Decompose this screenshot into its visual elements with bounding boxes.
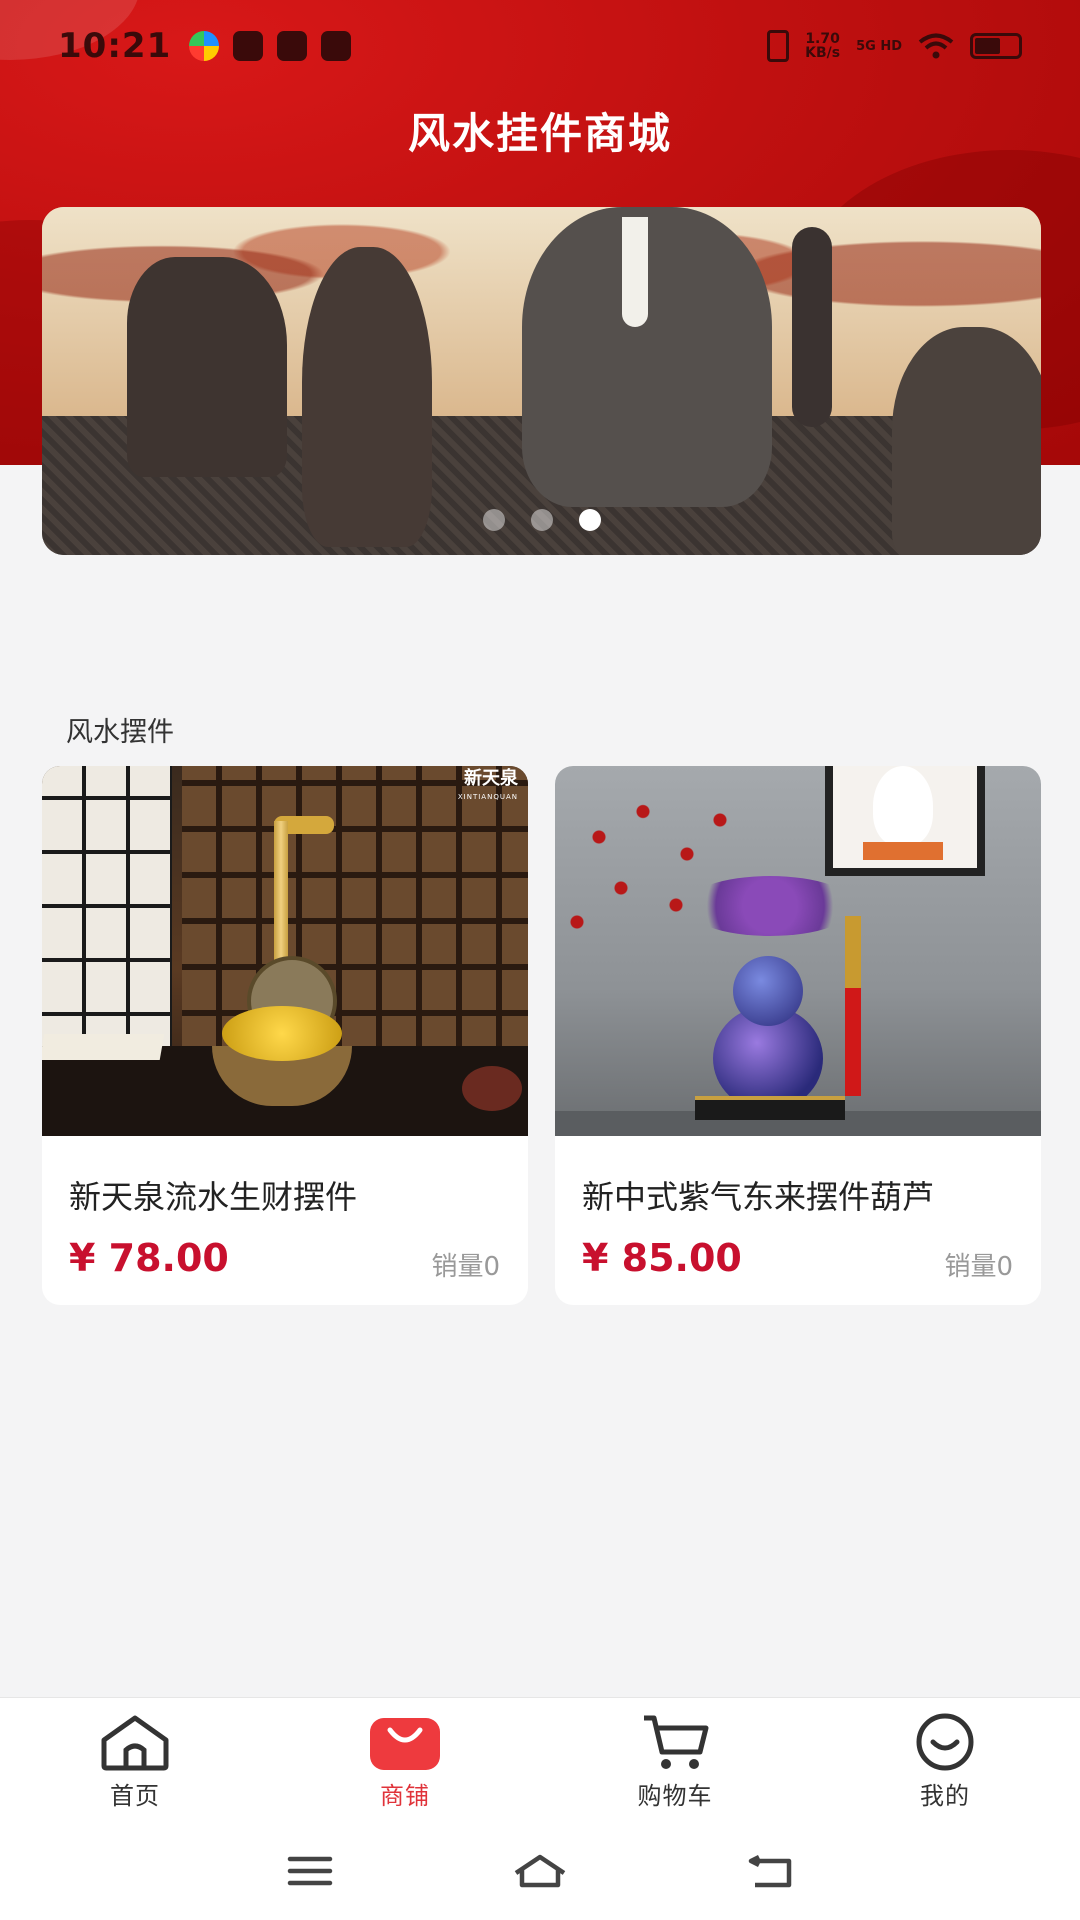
horse-statue bbox=[127, 257, 287, 477]
image-detail bbox=[462, 1066, 522, 1111]
signal-label: 5G HD bbox=[856, 38, 902, 54]
product-price: ¥ 78.00 bbox=[69, 1236, 229, 1280]
brand-watermark-subtext: XINTIANQUAN bbox=[457, 793, 518, 801]
app-notification-icon bbox=[189, 31, 220, 61]
status-notification-icons bbox=[189, 31, 352, 61]
brand-watermark-text: 新天泉 bbox=[464, 768, 518, 789]
network-speed-value: 1.70 bbox=[805, 31, 840, 47]
tab-home-label: 首页 bbox=[110, 1782, 160, 1810]
vibrate-icon bbox=[767, 30, 790, 62]
wechat-icon bbox=[233, 31, 264, 61]
brand-watermark: 新天泉 XINTIANQUAN bbox=[458, 770, 518, 806]
product-sales: 销量0 bbox=[944, 1252, 1013, 1282]
mail-icon bbox=[321, 31, 352, 61]
product-name[interactable]: 新天泉流水生财摆件 bbox=[69, 1172, 357, 1218]
tab-shop-label: 商铺 bbox=[380, 1782, 430, 1810]
image-detail bbox=[845, 916, 861, 1096]
tab-cart[interactable]: 购物车 bbox=[540, 1698, 810, 1822]
image-detail bbox=[825, 766, 985, 876]
cart-icon bbox=[638, 1712, 712, 1772]
network-speed-unit: KB/s bbox=[805, 45, 841, 61]
flamingo-statue bbox=[792, 227, 832, 427]
product-image[interactable]: 新天泉 XINTIANQUAN bbox=[42, 766, 528, 1136]
product-grid: 新天泉 XINTIANQUAN 新天泉流水生财摆件 ¥ 78.00 销量0 新中… bbox=[42, 766, 1041, 1305]
tab-profile-label: 我的 bbox=[920, 1782, 970, 1810]
status-time: 10:21 bbox=[58, 26, 172, 66]
status-bar: 10:21 1.70 KB/s 5G HD bbox=[0, 0, 1080, 92]
kangaroo-statue bbox=[302, 247, 432, 547]
battery-icon bbox=[970, 33, 1022, 59]
carousel-dot[interactable] bbox=[482, 509, 505, 531]
image-detail bbox=[695, 1096, 845, 1120]
home-icon bbox=[98, 1712, 172, 1772]
carousel-dot[interactable] bbox=[530, 509, 553, 531]
product-image[interactable] bbox=[555, 766, 1041, 1136]
system-navigation-bar bbox=[0, 1822, 1080, 1920]
image-detail bbox=[182, 766, 528, 1056]
page-title: 风水挂件商城 bbox=[407, 109, 672, 158]
product-card[interactable]: 新中式紫气东来摆件葫芦 ¥ 85.00 销量0 bbox=[555, 766, 1041, 1305]
elephant-tusk bbox=[622, 217, 648, 327]
section-title: 风水摆件 bbox=[66, 717, 174, 748]
banner-carousel[interactable] bbox=[42, 207, 1041, 555]
shopping-bag-icon bbox=[368, 1712, 442, 1772]
back-icon[interactable] bbox=[740, 1846, 800, 1896]
network-speed: 1.70 KB/s bbox=[805, 32, 840, 60]
image-detail bbox=[733, 956, 803, 1026]
tab-home[interactable]: 首页 bbox=[0, 1698, 270, 1822]
smile-icon bbox=[908, 1712, 982, 1772]
image-detail bbox=[42, 766, 172, 1066]
carousel-dot-active[interactable] bbox=[578, 509, 601, 531]
message-icon bbox=[277, 31, 308, 61]
tab-profile[interactable]: 我的 bbox=[810, 1698, 1080, 1822]
image-detail bbox=[42, 1034, 165, 1060]
bottom-tab-bar: 首页 商铺 购物车 我的 bbox=[0, 1697, 1080, 1822]
carousel-indicator bbox=[42, 509, 1041, 531]
wifi-icon bbox=[918, 33, 954, 59]
image-detail bbox=[222, 1006, 342, 1061]
menu-icon[interactable] bbox=[280, 1846, 340, 1896]
product-name[interactable]: 新中式紫气东来摆件葫芦 bbox=[582, 1172, 934, 1218]
product-card[interactable]: 新天泉 XINTIANQUAN 新天泉流水生财摆件 ¥ 78.00 销量0 bbox=[42, 766, 528, 1305]
tab-cart-label: 购物车 bbox=[637, 1782, 713, 1810]
image-detail bbox=[685, 876, 855, 936]
status-system-icons: 1.70 KB/s 5G HD bbox=[767, 30, 1022, 62]
product-sales: 销量0 bbox=[431, 1252, 500, 1282]
tab-shop[interactable]: 商铺 bbox=[270, 1698, 540, 1822]
product-price: ¥ 85.00 bbox=[582, 1236, 742, 1280]
home-nav-icon[interactable] bbox=[510, 1846, 570, 1896]
